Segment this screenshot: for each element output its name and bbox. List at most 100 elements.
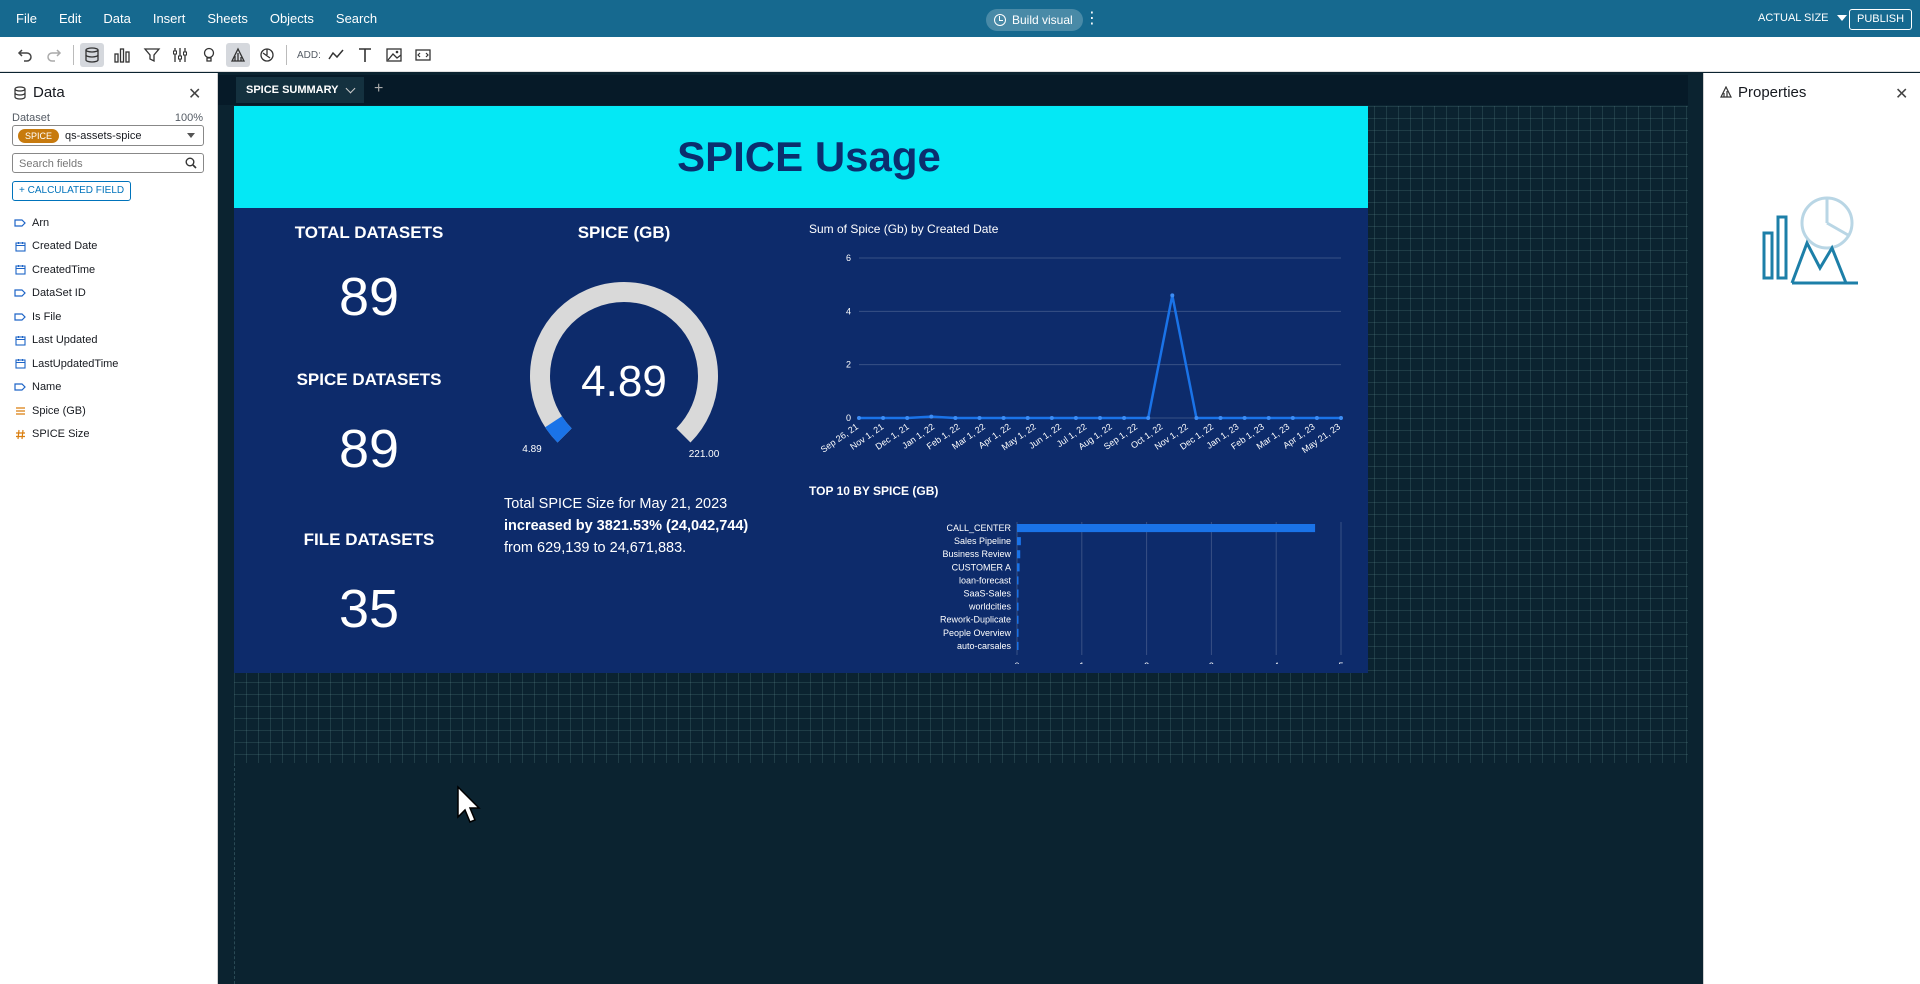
filter-icon[interactable] <box>140 43 164 67</box>
menu-insert[interactable]: Insert <box>153 11 186 26</box>
narrative-text[interactable]: Total SPICE Size for May 21, 2023 increa… <box>504 493 824 559</box>
gauge-chart[interactable]: 4.89 4.89 221.00 <box>504 266 744 466</box>
field-item[interactable]: Spice (GB) <box>14 399 118 423</box>
add-image-icon[interactable] <box>382 43 406 67</box>
line-point[interactable] <box>1242 416 1247 420</box>
dataset-select[interactable]: SPICE qs-assets-spice <box>12 125 204 146</box>
menu-sheets[interactable]: Sheets <box>207 11 247 26</box>
line-point[interactable] <box>1339 416 1343 420</box>
line-point[interactable] <box>1073 416 1078 420</box>
line-point[interactable] <box>1290 416 1295 420</box>
field-item[interactable]: DataSet ID <box>14 282 118 306</box>
insights-icon[interactable] <box>197 43 221 67</box>
undo-icon[interactable] <box>13 43 37 67</box>
settings-circle-icon[interactable] <box>255 43 279 67</box>
add-calculated-field-button[interactable]: + CALCULATED FIELD <box>12 181 132 201</box>
sheet-tab-label: SPICE SUMMARY <box>246 84 339 96</box>
calendar-icon <box>14 358 26 370</box>
menu-file[interactable]: File <box>16 11 37 26</box>
search-fields-input[interactable] <box>13 155 173 173</box>
line-point[interactable] <box>1025 416 1030 420</box>
field-item[interactable]: Last Updated <box>14 329 118 353</box>
add-sheet-icon[interactable]: + <box>374 80 383 98</box>
more-options-icon[interactable]: ⋮ <box>1084 9 1100 29</box>
data-panel: Data ✕ Dataset 100% SPICE qs-assets-spic… <box>0 73 218 984</box>
menu-objects[interactable]: Objects <box>270 11 314 26</box>
kpi-spice-datasets-value[interactable]: 89 <box>239 418 499 480</box>
add-visual-line-icon[interactable] <box>324 43 348 67</box>
caret-down-icon <box>1836 15 1847 21</box>
bar[interactable] <box>1017 550 1021 559</box>
bar[interactable] <box>1017 628 1019 637</box>
field-item[interactable]: Name <box>14 376 118 400</box>
menu-edit[interactable]: Edit <box>59 11 81 26</box>
line-point[interactable] <box>977 416 982 420</box>
chevron-down-icon[interactable] <box>345 83 355 93</box>
bar[interactable] <box>1017 641 1019 650</box>
narrative-line-3: from 629,139 to 24,671,883. <box>504 540 687 556</box>
line-point[interactable] <box>1146 416 1151 420</box>
category-label: People Overview <box>943 628 1012 638</box>
line-point[interactable] <box>1122 416 1127 420</box>
line-point[interactable] <box>905 416 910 420</box>
publish-button[interactable]: PUBLISH <box>1849 9 1913 30</box>
field-item[interactable]: Arn <box>14 211 118 235</box>
field-item[interactable]: Is File <box>14 305 118 329</box>
line-point[interactable] <box>1170 293 1175 298</box>
line-point[interactable] <box>881 416 886 420</box>
field-item[interactable]: Created Date <box>14 235 118 259</box>
bar[interactable] <box>1017 589 1019 598</box>
menu-search[interactable]: Search <box>336 11 377 26</box>
build-visual-button[interactable]: Build visual <box>986 9 1083 31</box>
line-point[interactable] <box>1194 416 1199 420</box>
bar[interactable] <box>1017 563 1020 572</box>
line-point[interactable] <box>1049 416 1054 420</box>
bar[interactable] <box>1017 576 1019 585</box>
y-tick-label: 6 <box>846 253 851 263</box>
tag-icon <box>14 311 26 323</box>
kpi-total-datasets-value[interactable]: 89 <box>239 266 499 328</box>
kpi-file-datasets-value[interactable]: 35 <box>239 578 499 640</box>
line-point[interactable] <box>953 416 958 420</box>
field-name: Is File <box>32 310 62 323</box>
field-item[interactable]: SPICE Size <box>14 423 118 447</box>
bar[interactable] <box>1017 615 1019 624</box>
line-point[interactable] <box>857 416 861 420</box>
parameters-icon[interactable] <box>168 43 192 67</box>
line-point[interactable] <box>1266 416 1271 420</box>
add-text-icon[interactable] <box>353 43 377 67</box>
bar[interactable] <box>1017 524 1316 533</box>
tab-spice-summary[interactable]: SPICE SUMMARY <box>236 77 364 103</box>
close-icon[interactable]: ✕ <box>188 84 201 104</box>
y-tick-label: 0 <box>846 413 851 423</box>
search-icon[interactable] <box>185 157 197 169</box>
field-item[interactable]: CreatedTime <box>14 258 118 282</box>
bar[interactable] <box>1017 602 1019 611</box>
visualize-icon[interactable] <box>110 43 134 67</box>
line-point[interactable] <box>1314 416 1319 420</box>
field-item[interactable]: LastUpdatedTime <box>14 352 118 376</box>
line-point[interactable] <box>1218 416 1223 420</box>
add-embed-icon[interactable] <box>411 43 435 67</box>
menu-data[interactable]: Data <box>103 11 130 26</box>
database-icon[interactable] <box>80 43 104 67</box>
themes-icon[interactable] <box>226 43 250 67</box>
sheet-tab-bar: SPICE SUMMARY + <box>218 75 1688 105</box>
line-point[interactable] <box>929 414 934 419</box>
line-point[interactable] <box>1098 416 1102 420</box>
line-series[interactable] <box>859 295 1341 420</box>
header-banner[interactable]: SPICE Usage <box>234 106 1368 208</box>
field-name: LastUpdatedTime <box>32 357 119 370</box>
redo-icon[interactable] <box>42 43 66 67</box>
line-point[interactable] <box>1001 416 1006 420</box>
line-chart[interactable]: 0246Sep 26, 21Nov 1, 21Dec 1, 21Jan 1, 2… <box>809 246 1349 486</box>
tag-icon <box>14 287 26 299</box>
bar[interactable] <box>1017 537 1021 546</box>
field-name: Spice (GB) <box>32 404 86 417</box>
bar-chart[interactable]: 0 1 2 3 4 5 CALL_CENTER Sales Pipeline Business … <box>809 504 1349 664</box>
category-label: CALL_CENTER <box>946 523 1011 533</box>
field-name: Arn <box>32 216 50 229</box>
close-icon[interactable]: ✕ <box>1895 84 1908 104</box>
actual-size-dropdown[interactable]: ACTUAL SIZE <box>1758 12 1847 24</box>
measure-icon <box>14 405 26 417</box>
